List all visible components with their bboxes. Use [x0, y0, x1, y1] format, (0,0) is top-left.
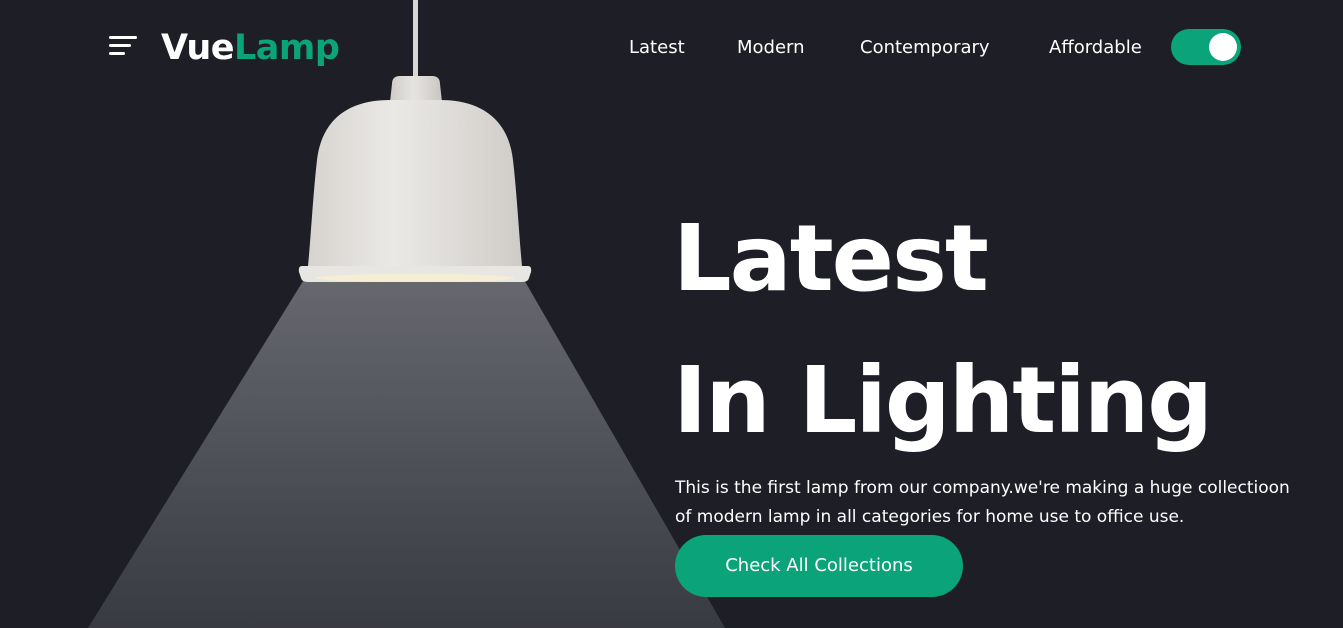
menu-line	[109, 44, 131, 47]
nav-link-affordable[interactable]: Affordable	[1049, 36, 1142, 60]
brand-logo-part2: Lamp	[234, 28, 340, 68]
hero-title-line-1: Latest	[673, 205, 989, 312]
menu-line	[109, 36, 137, 39]
lamp-connector	[390, 76, 442, 102]
lamp-shade	[308, 100, 522, 266]
check-collections-button[interactable]: Check All Collections	[675, 535, 963, 597]
nav-link-modern[interactable]: Modern	[737, 36, 805, 60]
nav-link-contemporary[interactable]: Contemporary	[860, 36, 990, 60]
toggle-knob	[1209, 33, 1237, 61]
page: VueLamp Latest Modern Contemporary Affor…	[0, 0, 1343, 628]
brand-logo[interactable]: VueLamp	[161, 24, 340, 72]
hero-description-line-2: of modern lamp in all categories for hom…	[675, 507, 1185, 527]
menu-line	[109, 52, 125, 55]
lamp-bulb-glow	[315, 274, 515, 282]
nav-link-latest[interactable]: Latest	[629, 36, 685, 60]
brand-logo-part1: Vue	[161, 28, 235, 68]
lamp-illustration	[88, 0, 725, 628]
hero-description: This is the first lamp from our company.…	[675, 474, 1343, 532]
theme-toggle[interactable]	[1171, 29, 1241, 65]
hamburger-menu-icon[interactable]	[109, 35, 139, 59]
hero-description-line-1: This is the first lamp from our company.…	[675, 478, 1290, 498]
light-beam	[88, 278, 725, 628]
hero-title-line-2: In Lighting	[673, 347, 1213, 454]
lamp-cord	[413, 0, 418, 80]
